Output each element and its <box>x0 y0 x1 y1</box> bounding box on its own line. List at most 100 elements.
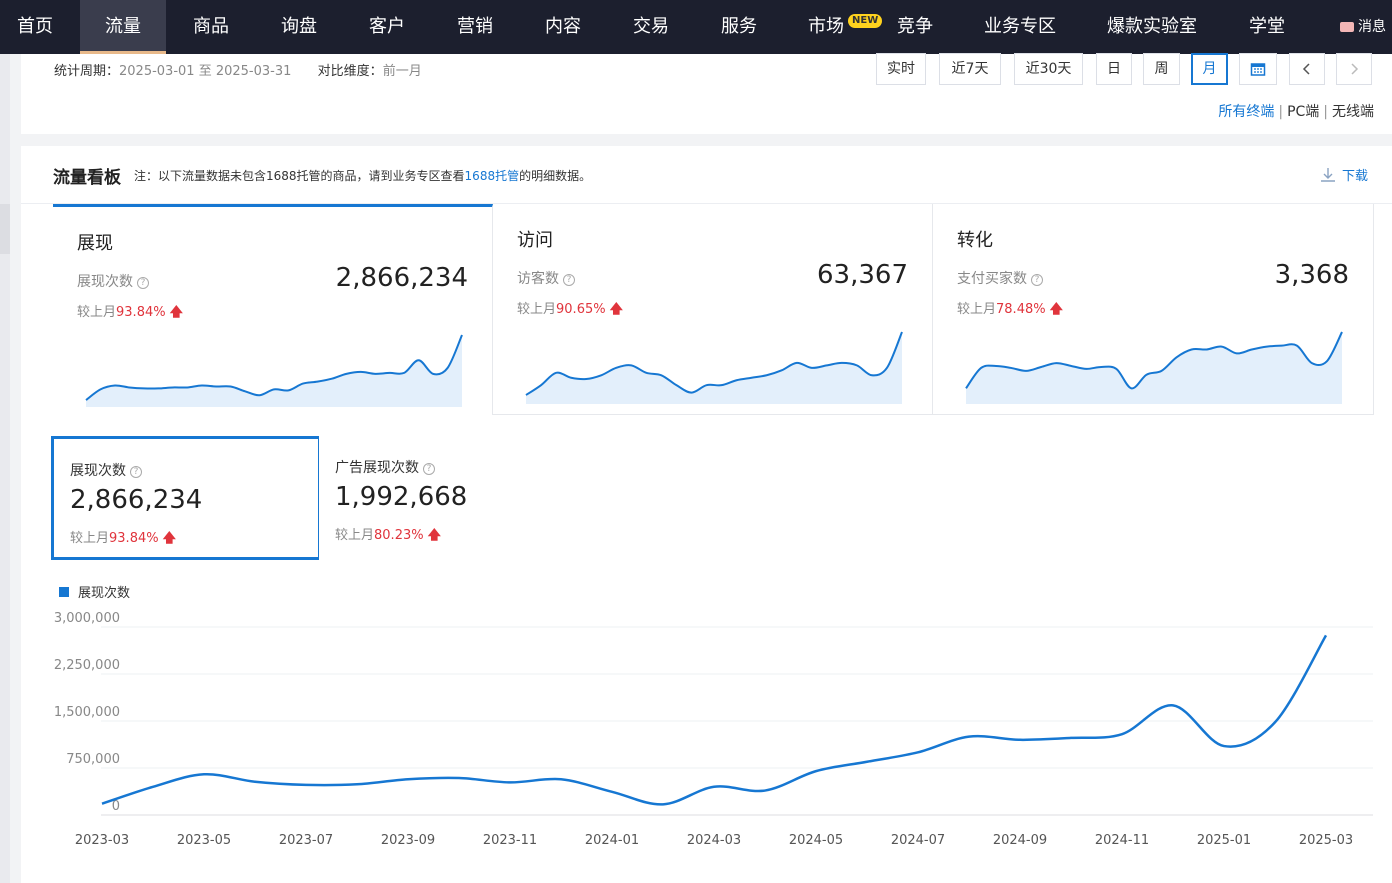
calendar-button[interactable] <box>1239 53 1277 85</box>
period-info: 统计周期：2025-03-01 至 2025-03-31 对比维度：前一月 <box>54 60 422 79</box>
messages-label: 消息 <box>1358 19 1386 35</box>
download-icon <box>1320 167 1335 182</box>
arrow-up-icon: 🡅 <box>169 305 183 320</box>
nav-item-trade[interactable]: 交易 <box>608 0 694 54</box>
help-icon[interactable]: ? <box>423 463 435 475</box>
sidebar-handle[interactable] <box>0 204 10 254</box>
prev-period-button[interactable] <box>1289 53 1325 85</box>
tab-name: 展现 <box>77 233 113 254</box>
nav-item-inquiry[interactable]: 询盘 <box>256 0 342 54</box>
realtime-button[interactable]: 实时 <box>876 53 926 85</box>
sparkline-chart <box>965 331 1343 404</box>
help-icon[interactable]: ? <box>137 277 149 289</box>
x-tick-label: 2024-09 <box>993 833 1047 848</box>
nav-item-service[interactable]: 服务 <box>696 0 782 54</box>
tab-metric-label: 支付买家数? <box>957 268 1043 288</box>
tab-impressions[interactable]: 展现 展现次数? 2,866,234 较上月93.84% 🡅 <box>53 204 493 415</box>
nav-item-marketing[interactable]: 营销 <box>432 0 518 54</box>
metric-card-impressions[interactable]: 展现次数? 2,866,234 较上月93.84% 🡅 <box>51 436 321 560</box>
nav-item-business-zone[interactable]: 业务专区 <box>970 0 1070 54</box>
nav-item-products[interactable]: 商品 <box>168 0 254 54</box>
help-icon[interactable]: ? <box>1031 274 1043 286</box>
board-title: 流量看板 <box>53 168 121 188</box>
note-link[interactable]: 1688托管 <box>465 169 520 183</box>
sparkline-area <box>966 332 1342 404</box>
period-value: 2025-03-01 至 2025-03-31 <box>119 64 292 79</box>
nav-item-competition[interactable]: 竞争 <box>872 0 958 54</box>
tab-metric-label: 访客数? <box>517 268 575 288</box>
download-button[interactable]: 下载 <box>1320 165 1368 184</box>
month-button[interactable]: 月 <box>1191 53 1228 85</box>
note-suffix: 的明细数据。 <box>519 169 592 183</box>
help-icon[interactable]: ? <box>563 274 575 286</box>
y-tick-label: 3,000,000 <box>54 611 120 626</box>
x-tick-label: 2023-03 <box>75 833 129 848</box>
tab-visits[interactable]: 访问 访客数? 63,367 较上月90.65% 🡅 <box>493 204 933 415</box>
chevron-right-icon <box>1351 63 1359 75</box>
metric-value: 2,866,234 <box>70 485 203 515</box>
download-label: 下载 <box>1341 169 1368 184</box>
y-tick-label: 2,250,000 <box>54 658 120 673</box>
arrow-up-icon: 🡅 <box>162 531 176 546</box>
tab-compare: 较上月90.65% 🡅 <box>517 298 623 322</box>
sparkline-chart <box>85 334 463 407</box>
top-navigation: 首页 流量 商品 询盘 客户 营销 内容 交易 服务 市场 NEW 竞争 业务专… <box>0 0 1392 54</box>
tab-metric-value: 3,368 <box>1274 260 1349 290</box>
last-30-days-button[interactable]: 近30天 <box>1014 53 1083 85</box>
compare-value: 前一月 <box>382 64 422 79</box>
arrow-up-icon: 🡅 <box>1049 302 1063 317</box>
metric-compare: 较上月93.84% 🡅 <box>70 527 176 551</box>
sparkline-area <box>526 332 902 404</box>
metric-card-ad-impressions[interactable]: 广告展现次数? 1,992,668 较上月80.23% 🡅 <box>319 436 589 560</box>
y-tick-label: 1,500,000 <box>54 705 120 720</box>
nav-item-content[interactable]: 内容 <box>520 0 606 54</box>
arrow-up-icon: 🡅 <box>609 302 623 317</box>
x-tick-label: 2024-07 <box>891 833 945 848</box>
day-button[interactable]: 日 <box>1096 53 1132 85</box>
metric-value: 1,992,668 <box>335 482 468 512</box>
nav-item-traffic[interactable]: 流量 <box>80 0 166 54</box>
week-button[interactable]: 周 <box>1143 53 1180 85</box>
terminal-filter: 所有终端 | PC端 | 无线端 <box>1218 104 1374 120</box>
tab-compare: 较上月93.84% 🡅 <box>77 301 183 325</box>
series-line <box>101 634 1328 806</box>
nav-item-customers[interactable]: 客户 <box>344 0 430 54</box>
tab-metric-label: 展现次数? <box>77 271 149 291</box>
arrow-up-icon: 🡅 <box>427 528 441 543</box>
tab-metric-value: 2,866,234 <box>335 263 468 293</box>
legend-label: 展现次数 <box>78 586 131 601</box>
calendar-icon <box>1250 63 1266 76</box>
x-tick-label: 2025-03 <box>1299 833 1353 848</box>
note-text: 注：以下流量数据未包含1688托管的商品，请到业务专区查看 <box>134 169 465 183</box>
x-tick-label: 2024-03 <box>687 833 741 848</box>
metric-label: 展现次数? <box>70 460 142 480</box>
tab-name: 转化 <box>957 230 993 251</box>
legend-swatch <box>59 586 69 597</box>
nav-item-home[interactable]: 首页 <box>0 0 70 54</box>
messages-button[interactable]: 消息 <box>1340 0 1386 54</box>
nav-item-hot-lab[interactable]: 爆款实验室 <box>1092 0 1212 54</box>
period-label: 统计周期： <box>54 64 120 79</box>
nav-item-academy[interactable]: 学堂 <box>1224 0 1310 54</box>
left-sidebar-strip <box>0 54 10 883</box>
metric-label: 广告展现次数? <box>335 457 435 477</box>
tab-compare: 较上月78.48% 🡅 <box>957 298 1063 322</box>
terminal-pc[interactable]: PC端 <box>1287 104 1319 120</box>
filter-card: 统计周期：2025-03-01 至 2025-03-31 对比维度：前一月 实时… <box>21 53 1392 134</box>
sparkline-chart <box>525 331 903 404</box>
terminal-all[interactable]: 所有终端 <box>1218 104 1274 120</box>
next-period-button[interactable] <box>1336 53 1372 85</box>
tab-conversion[interactable]: 转化 支付买家数? 3,368 较上月78.48% 🡅 <box>933 204 1374 415</box>
last-7-days-button[interactable]: 近7天 <box>939 53 1001 85</box>
y-tick-label: 750,000 <box>66 752 120 767</box>
x-tick-label: 2024-05 <box>789 833 843 848</box>
terminal-mobile[interactable]: 无线端 <box>1332 104 1374 120</box>
impressions-line-chart: 0750,0001,500,0002,250,0003,000,0002023-… <box>54 611 1373 848</box>
chart-legend[interactable]: 展现次数 <box>59 582 130 601</box>
board-note: 注：以下流量数据未包含1688托管的商品，请到业务专区查看1688托管的明细数据… <box>134 167 591 184</box>
x-tick-label: 2024-11 <box>1095 833 1149 848</box>
x-tick-label: 2023-05 <box>177 833 231 848</box>
x-tick-label: 2023-09 <box>381 833 435 848</box>
help-icon[interactable]: ? <box>130 466 142 478</box>
traffic-board-card: 流量看板 注：以下流量数据未包含1688托管的商品，请到业务专区查看1688托管… <box>21 146 1392 883</box>
